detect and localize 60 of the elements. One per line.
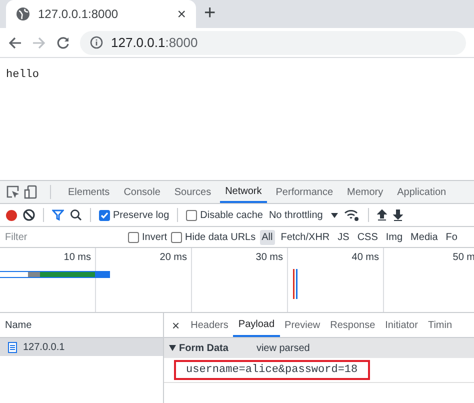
checkbox[interactable]: Preserve log: [99, 210, 170, 220]
detail-tab[interactable]: Initiator: [380, 313, 423, 337]
tab-title: 127.0.0.1:8000: [38, 7, 120, 21]
devtools-tab[interactable]: Network: [220, 181, 267, 203]
detail-tab[interactable]: Response: [325, 313, 380, 337]
download-icon[interactable]: [392, 209, 403, 221]
search-icon[interactable]: [70, 209, 82, 221]
address-bar[interactable]: 127.0.0.1:8000: [80, 30, 466, 54]
time-tick: 40 ms: [352, 252, 379, 263]
throttling-dropdown[interactable]: No throttling: [268, 210, 338, 220]
time-tick: 50 m: [452, 252, 474, 263]
url-text: 127.0.0.1:8000: [111, 35, 198, 50]
devtools-tab[interactable]: Console: [118, 181, 166, 203]
new-tab-button[interactable]: +: [204, 2, 216, 26]
checkbox[interactable]: Disable cache: [186, 210, 263, 220]
type-filter[interactable]: JS: [336, 230, 352, 244]
checkbox[interactable]: Invert: [128, 232, 168, 242]
type-filter[interactable]: Fetch/XHR: [278, 230, 332, 244]
form-data-text: username=alice&password=18: [174, 360, 370, 380]
filter-icon[interactable]: [52, 209, 64, 221]
type-filter[interactable]: Fo: [444, 230, 460, 244]
detail-tab[interactable]: Timin: [422, 313, 458, 337]
expand-arrow-icon: [169, 345, 176, 351]
time-tick: 20 ms: [160, 252, 187, 263]
view-parsed-link[interactable]: view parsed: [256, 342, 310, 354]
back-button[interactable]: [8, 36, 22, 50]
checkmark-icon: [100, 210, 109, 220]
close-tab-button[interactable]: ×: [177, 6, 186, 22]
device-icon[interactable]: [24, 185, 38, 199]
detail-tab[interactable]: Headers: [186, 313, 234, 337]
close-button[interactable]: ×: [166, 318, 186, 332]
info-icon: [90, 36, 103, 49]
devtools-tab[interactable]: Memory: [342, 181, 388, 203]
caret-icon: [330, 212, 338, 218]
inspect-icon[interactable]: [6, 185, 20, 199]
load-marker-lines: [293, 269, 298, 299]
devtools-tab[interactable]: Application: [392, 181, 452, 203]
reload-button[interactable]: [56, 36, 70, 50]
type-filter[interactable]: Img: [384, 230, 405, 244]
upload-icon[interactable]: [376, 209, 387, 221]
browser-tab[interactable]: 127.0.0.1:8000 ×: [6, 0, 196, 28]
record-button[interactable]: [6, 210, 17, 220]
section-header[interactable]: Form Data: [169, 342, 228, 354]
devtools-tab[interactable]: Performance: [270, 181, 338, 203]
checkbox[interactable]: Hide data URLs: [171, 232, 256, 242]
wifi-gear-icon[interactable]: [344, 208, 360, 222]
type-filter[interactable]: All: [260, 230, 275, 244]
page-text: hello: [6, 69, 40, 81]
devtools-tab[interactable]: Sources: [169, 181, 216, 203]
clear-icon[interactable]: [23, 209, 35, 221]
time-tick: 10 ms: [64, 252, 91, 263]
request-row[interactable]: 127.0.0.1: [0, 338, 163, 356]
time-tick: 30 ms: [256, 252, 283, 263]
type-filter[interactable]: CSS: [355, 230, 380, 244]
document-icon: [8, 342, 17, 352]
devtools-tab[interactable]: Elements: [63, 181, 115, 203]
column-header: Name: [5, 320, 32, 330]
type-filter[interactable]: Media: [408, 230, 440, 244]
globe-icon: [16, 7, 30, 21]
detail-tab[interactable]: Preview: [280, 313, 326, 337]
